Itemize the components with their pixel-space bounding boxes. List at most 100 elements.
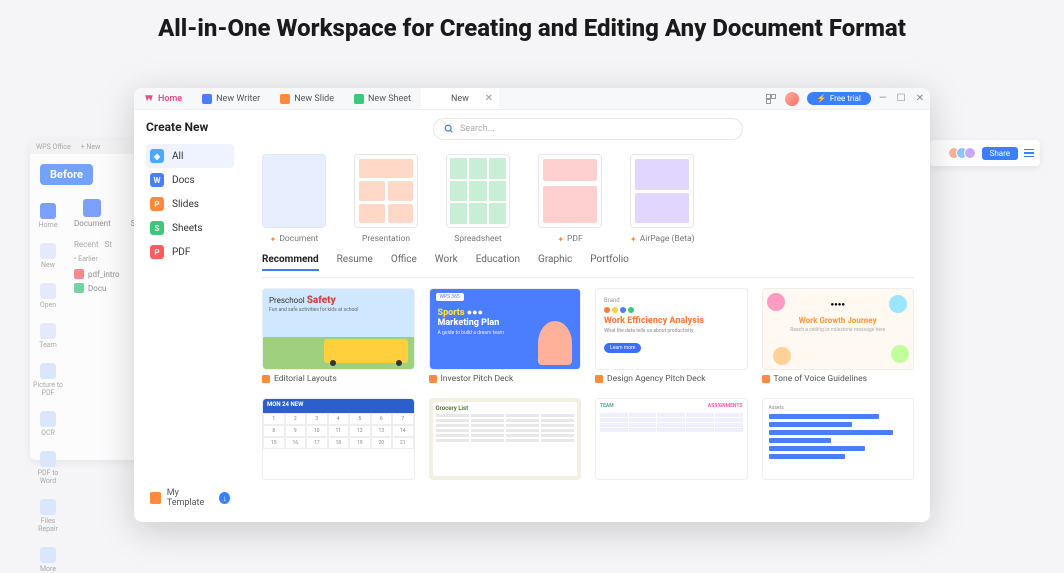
template-design-label: Design Agency Pitch Deck	[607, 374, 706, 384]
before-nav-more: More	[40, 565, 56, 573]
share-button[interactable]: Share	[982, 147, 1018, 160]
wps-logo-icon	[144, 94, 154, 104]
download-icon[interactable]: ↓	[219, 492, 230, 504]
slides-badge-icon	[762, 375, 770, 383]
tab-sheet-label: New Sheet	[368, 94, 411, 104]
free-trial-button[interactable]: ⚡Free trial	[807, 92, 871, 105]
cat-portfolio[interactable]: Portfolio	[590, 254, 629, 271]
sheet-icon	[354, 94, 364, 104]
template-editorial[interactable]: Preschool SafetyFun and safe activities …	[262, 288, 415, 384]
tab-new-label: New	[451, 94, 469, 104]
before-nav-team: Team	[39, 341, 57, 349]
t-design-title: Work Efficiency Analysis	[604, 316, 739, 326]
template-assets-chart[interactable]: Assets	[762, 398, 915, 480]
template-investor[interactable]: WPS 365Sports ●●●Marketing PlanA guide t…	[429, 288, 582, 384]
tab-home[interactable]: Home	[134, 88, 192, 109]
nav-sheets-label: Sheets	[172, 223, 202, 234]
t-assign-l: TEAM	[600, 403, 614, 409]
before-nav-p2pdf: Picture to PDF	[30, 381, 66, 397]
t-assign-r: ASSIGNMENTS	[708, 403, 743, 409]
template-grocery[interactable]: Grocery List	[429, 398, 582, 480]
before-tab-1: WPS Office	[36, 143, 71, 151]
search-icon	[444, 124, 454, 134]
blank-spreadsheet[interactable]: Spreadsheet	[446, 154, 510, 244]
blank-presentation-label: Presentation	[362, 234, 410, 244]
template-editorial-label: Editorial Layouts	[274, 374, 337, 384]
t-design-sub: What the data tells us about productivit…	[604, 328, 739, 334]
category-tabs: Recommend Resume Office Work Education G…	[262, 254, 914, 278]
nav-all[interactable]: ◆All	[146, 144, 234, 168]
template-tone[interactable]: ●●●●Work Growth JourneyReach a ceiling o…	[762, 288, 915, 384]
before-recent: Recent	[74, 240, 99, 249]
before-nav-pdf2w: PDF to Word	[30, 469, 66, 485]
nav-pdf-label: PDF	[172, 247, 190, 258]
before-star: St	[105, 240, 112, 249]
maximize-button[interactable]: ☐	[897, 93, 906, 104]
template-icon	[150, 492, 161, 504]
tab-home-label: Home	[158, 94, 182, 104]
tab-new[interactable]: New ✕	[421, 88, 499, 109]
nav-docs[interactable]: WDocs	[146, 168, 234, 192]
blank-airpage-label: AirPage (Beta)	[640, 234, 695, 244]
cat-office[interactable]: Office	[391, 254, 417, 271]
cat-work[interactable]: Work	[435, 254, 458, 271]
tab-sheet[interactable]: New Sheet	[344, 88, 421, 109]
template-design-agency[interactable]: BrandWork Efficiency AnalysisWhat the da…	[595, 288, 748, 384]
blank-airpage[interactable]: ✦AirPage (Beta)	[630, 154, 695, 244]
blank-pdf-label: PDF	[567, 234, 583, 244]
cat-resume[interactable]: Resume	[337, 254, 373, 271]
before-nav-home: Home	[39, 221, 58, 229]
slides-badge-icon	[595, 375, 603, 383]
my-template[interactable]: My Template↓	[146, 484, 234, 512]
blank-templates-row: ✦Document Presentation Spreadsheet ✦PDF …	[262, 150, 914, 254]
menu-icon[interactable]	[1024, 149, 1034, 158]
close-button[interactable]: ✕	[916, 93, 924, 104]
search-placeholder: Search...	[460, 124, 495, 134]
before-nav-repair: Files Repair	[30, 517, 66, 533]
t-grocery-title: Grocery List	[436, 405, 575, 412]
spark-icon: ✦	[557, 235, 564, 244]
slides-icon: P	[150, 197, 164, 211]
t-tone-sub: Reach a ceiling or milestone message her…	[771, 327, 906, 333]
t-safety-word: Safety	[307, 295, 336, 306]
cat-graphic[interactable]: Graphic	[538, 254, 572, 271]
sheets-icon: S	[150, 221, 164, 235]
lightning-icon: ⚡	[817, 94, 827, 103]
tab-slide[interactable]: New Slide	[270, 88, 344, 109]
blank-presentation[interactable]: Presentation	[354, 154, 418, 244]
before-badge: Before	[40, 164, 93, 185]
template-calendar[interactable]: MON 24 NEW123456789101112131415161718192…	[262, 398, 415, 480]
cat-recommend[interactable]: Recommend	[262, 254, 319, 271]
title-bar: Home New Writer New Slide New Sheet New ✕…	[134, 88, 930, 110]
blank-spreadsheet-label: Spreadsheet	[454, 234, 501, 244]
tab-writer-label: New Writer	[216, 94, 260, 104]
close-icon[interactable]: ✕	[485, 93, 493, 104]
t-design-btn: Learn more	[604, 343, 641, 353]
free-trial-label: Free trial	[830, 94, 861, 103]
template-grid: Preschool SafetyFun and safe activities …	[262, 288, 914, 480]
cat-education[interactable]: Education	[476, 254, 520, 271]
nav-pdf[interactable]: PPDF	[146, 240, 234, 264]
tab-writer[interactable]: New Writer	[192, 88, 270, 109]
slides-badge-icon	[429, 375, 437, 383]
nav-sheets[interactable]: S Sheets	[146, 216, 234, 240]
blank-pdf[interactable]: ✦PDF	[538, 154, 602, 244]
t-tone-title: Work Growth Journey	[771, 316, 906, 325]
search-input[interactable]: Search...	[433, 118, 743, 140]
nav-slides[interactable]: PSlides	[146, 192, 234, 216]
t-pitch-t1: Sports	[438, 308, 465, 318]
blank-document[interactable]: ✦Document	[262, 154, 326, 244]
nav-docs-label: Docs	[172, 175, 195, 186]
avatar[interactable]	[785, 92, 799, 106]
layout-icon[interactable]	[765, 93, 777, 105]
spark-icon: ✦	[630, 235, 637, 244]
minimize-button[interactable]: —	[879, 93, 887, 104]
template-assignments[interactable]: TEAM ASSIGNMENTS	[595, 398, 748, 480]
left-sidebar: Create New ◆All WDocs PSlides SSheets PP…	[134, 110, 246, 522]
t-safety-sub: Fun and safe activities for kids at scho…	[269, 307, 408, 313]
t-cal-hdr: MON 24 NEW	[263, 399, 414, 413]
t-pitch-t2: Marketing Plan	[438, 318, 500, 328]
main-window: Home New Writer New Slide New Sheet New ✕…	[134, 88, 930, 522]
hero-title: All-in-One Workspace for Creating and Ed…	[0, 0, 1064, 42]
tab-slide-label: New Slide	[294, 94, 334, 104]
